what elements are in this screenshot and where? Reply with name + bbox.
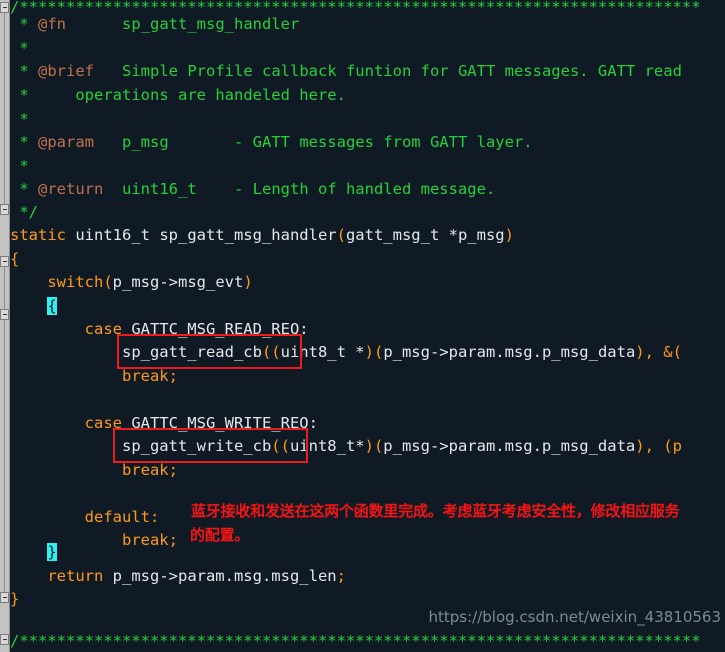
code-line-case-write: case GATTC_MSG_WRITE_REQ: (10, 412, 318, 436)
comment-star-6: * (10, 157, 29, 175)
annotation-note-line-1: 蓝牙接收和发送在这两个函数里完成。考虑蓝牙考虑安全性，修改相应服务 (191, 502, 680, 520)
semicolon-break-read: ; (168, 367, 178, 385)
comment-star-7: * (10, 180, 29, 198)
keyword-default: default (84, 508, 150, 526)
signature-args: gatt_msg_t *p_msg (345, 226, 505, 244)
code-line-break-read: break; (10, 365, 178, 389)
code-line-read-cb: sp_gatt_read_cb((uint8_t *)(p_msg->param… (10, 341, 682, 365)
code-text-area[interactable]: /***************************************… (10, 0, 725, 652)
write-args-tail: ), (p (635, 437, 682, 455)
semicolon-return: ; (336, 567, 346, 585)
brace-switch-open-highlighted: { (47, 297, 57, 315)
brace-function-open: { (10, 250, 20, 268)
doc-tag-param: @param (38, 133, 95, 151)
comment-star-4: * (10, 110, 29, 128)
case-write-label: GATTC_MSG_WRITE_REQ: (121, 414, 318, 432)
code-line-switch-open: { (10, 295, 57, 319)
code-line-return-stmt: return p_msg->param.msg.msg_len; (10, 565, 346, 589)
switch-paren-open: ( (103, 273, 113, 291)
write-cast-type: uint8_t* (289, 437, 365, 455)
comment-star-3: * (10, 86, 29, 104)
call-sp-gatt-write-cb: sp_gatt_write_cb (121, 437, 272, 455)
read-args-paren-open: (( (261, 343, 281, 361)
code-line-case-read: case GATTC_MSG_READ_REQ: (10, 318, 309, 342)
semicolon-break-default: ; (168, 531, 178, 549)
write-args-mid: )( (364, 437, 384, 455)
code-line-signature: static uint16_t sp_gatt_msg_handler(gatt… (10, 224, 514, 248)
brace-function-close: } (10, 590, 20, 608)
comment-star-2: * (10, 62, 29, 80)
read-args-mid: )( (364, 343, 384, 361)
signature-paren-close: ) (504, 226, 514, 244)
brace-switch-close-highlighted: } (47, 543, 57, 561)
case-read-label: GATTC_MSG_READ_REQ: (121, 320, 309, 338)
switch-expression: p_msg->msg_evt (112, 273, 244, 291)
write-args-paren-open: (( (271, 437, 290, 455)
code-line-break-write: break; (10, 459, 178, 483)
doc-tag-brief: @brief (38, 62, 95, 80)
fold-marker-comment-block[interactable] (0, 2, 9, 13)
code-line-func-close: } (10, 588, 19, 612)
read-args-tail: ), &( (635, 343, 682, 361)
code-line-switch: switch(p_msg->msg_evt) (10, 271, 253, 295)
call-sp-gatt-read-cb: sp_gatt_read_cb (121, 343, 262, 361)
code-line-blank-3: * (10, 155, 29, 179)
colon-default: : (149, 508, 160, 526)
keyword-case-write: case (84, 414, 122, 432)
signature-paren-open: ( (336, 226, 346, 244)
code-line-default: default: (10, 506, 160, 530)
doc-brief-cont: operations are handeled here. (75, 86, 346, 104)
code-line-write-cb: sp_gatt_write_cb((uint8_t*)(p_msg->param… (10, 435, 682, 459)
fold-marker-comment-end[interactable] (0, 204, 9, 215)
semicolon-break-write: ; (168, 461, 178, 479)
code-line-blank-1: * (10, 37, 29, 61)
keyword-switch: switch (47, 273, 104, 291)
code-line-brief-cont: * operations are handeled here. (10, 84, 346, 108)
code-line-blank-2: * (10, 108, 29, 132)
doc-tag-fn: @fn (38, 15, 67, 33)
doc-return-text: uint16_t - Length of handled message. (122, 180, 496, 198)
signature-type-and-name: uint16_t sp_gatt_msg_handler (66, 226, 337, 244)
comment-banner-bottom: /***************************************… (10, 632, 701, 650)
return-expression: p_msg->param.msg.msg_len (103, 567, 337, 585)
keyword-case-read: case (84, 320, 122, 338)
read-arg-expression: p_msg->param.msg.p_msg_data (383, 343, 636, 361)
fold-line-comment (3, 8, 5, 211)
write-arg-expression: p_msg->param.msg.p_msg_data (383, 437, 636, 455)
comment-star-5: * (10, 133, 29, 151)
code-line-param: * @param p_msg - GATT messages from GATT… (10, 131, 533, 155)
keyword-static: static (10, 226, 66, 244)
fold-marker-function-body[interactable] (0, 256, 9, 267)
fold-marker-banner-bottom[interactable] (0, 634, 9, 645)
doc-param-text: p_msg - GATT messages from GATT layer. (122, 133, 533, 151)
code-line-brief: * @brief Simple Profile callback funtion… (10, 60, 682, 84)
code-line-return-doc: * @return uint16_t - Length of handled m… (10, 178, 495, 202)
doc-brief-text: Simple Profile callback funtion for GATT… (122, 62, 682, 80)
code-line-banner-bottom: /***************************************… (10, 630, 701, 652)
code-line-switch-close: } (10, 541, 57, 565)
editor-gutter[interactable] (0, 0, 10, 652)
comment-star: * (10, 15, 29, 33)
code-line-comment-end: */ (10, 201, 38, 225)
keyword-break-default: break (121, 531, 169, 549)
keyword-return: return (47, 567, 104, 585)
comment-star-1: * (10, 39, 29, 57)
code-line-fn: * @fn sp_gatt_msg_handler (10, 13, 299, 37)
doc-tag-return: @return (38, 180, 104, 198)
code-editor-screenshot: /***************************************… (0, 0, 725, 652)
keyword-break-read: break (121, 367, 169, 385)
annotation-note-line-2: 的配置。 (190, 526, 250, 544)
csdn-watermark: https://blog.csdn.net/weixin_43810563 (428, 608, 721, 626)
keyword-break-write: break (121, 461, 169, 479)
comment-close: */ (10, 203, 38, 221)
doc-fn-name: sp_gatt_msg_handler (122, 15, 300, 33)
fold-marker-function-end[interactable] (0, 592, 9, 603)
fold-marker-switch-body[interactable] (0, 309, 9, 320)
switch-paren-close: ) (243, 273, 253, 291)
code-line-func-open: { (10, 248, 19, 272)
read-cast-type: uint8_t * (280, 343, 365, 361)
